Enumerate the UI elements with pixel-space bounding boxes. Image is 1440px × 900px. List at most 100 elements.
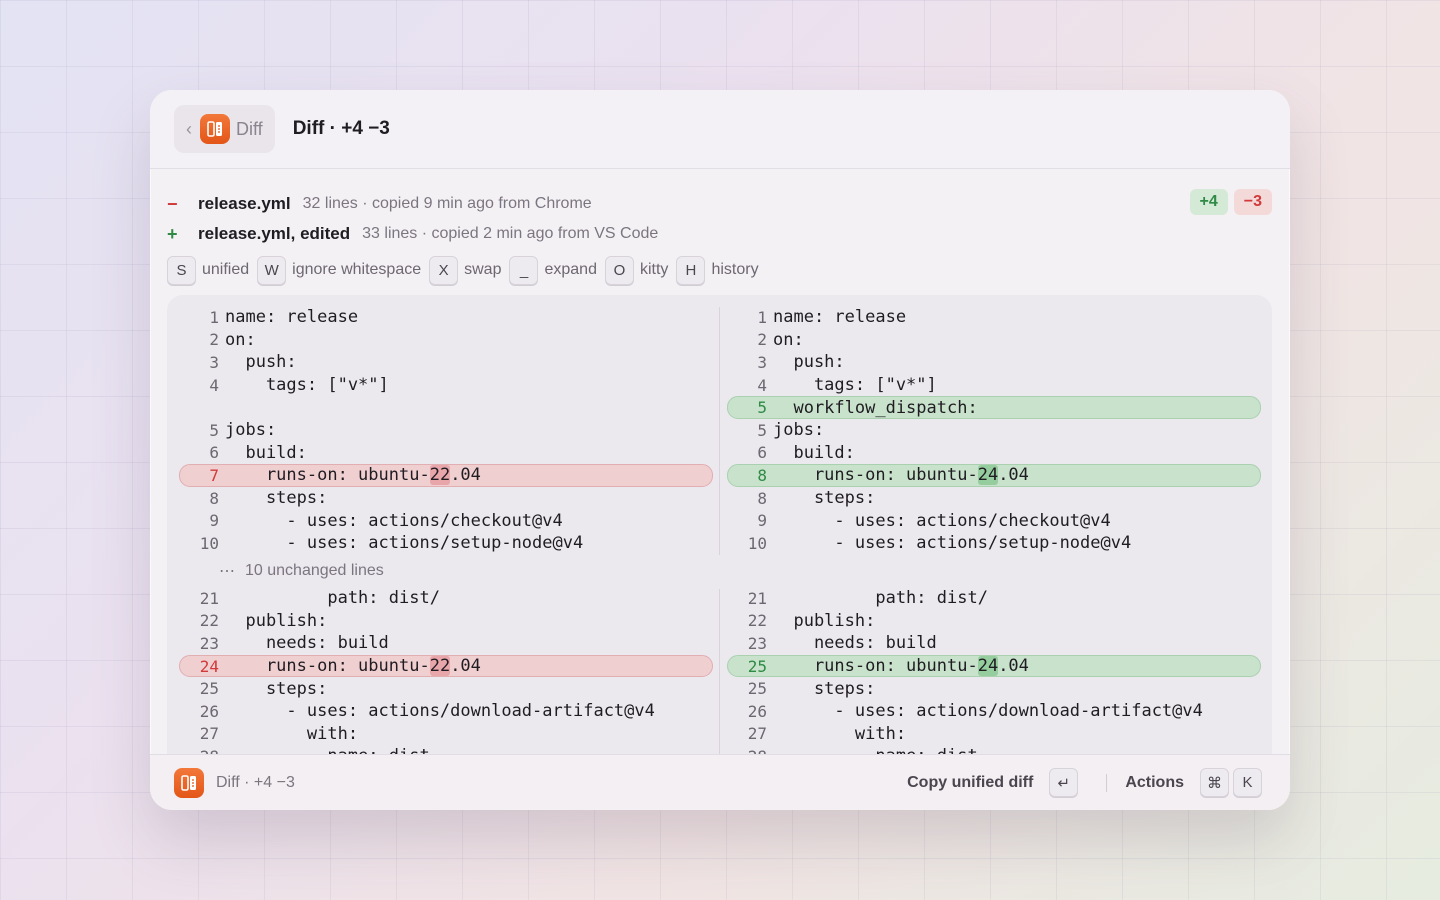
line-text: push: xyxy=(225,352,297,373)
line-number: 25 xyxy=(199,679,219,699)
code-line: 2 on: xyxy=(179,329,713,352)
line-text: runs-on: ubuntu- xyxy=(773,465,978,486)
line-text: - uses: actions/setup-node@v4 xyxy=(773,533,1132,554)
line-text: publish: xyxy=(773,610,876,631)
header: ‹ Diff Diff · +4 −3 xyxy=(150,90,1290,169)
line-number: 3 xyxy=(757,352,767,372)
line-text: workflow_dispatch: xyxy=(773,397,978,418)
line-text-tail: .04 xyxy=(998,656,1029,677)
line-number: 10 xyxy=(747,533,767,553)
code-line: 22 publish: xyxy=(179,610,713,633)
line-text: build: xyxy=(225,442,307,463)
code-line: 21 path: dist/ xyxy=(179,587,713,610)
code-line: 1 name: release xyxy=(727,306,1261,329)
line-number: 4 xyxy=(757,375,767,395)
footer-title: Diff · +4 −3 xyxy=(216,773,295,791)
diff-content: − release.yml 32 lines · copied 9 min ag… xyxy=(150,169,1290,765)
line-number: 26 xyxy=(747,701,767,721)
code-line: 22 publish: xyxy=(727,610,1261,633)
line-number: 5 xyxy=(209,420,219,440)
line-text: - uses: actions/setup-node@v4 xyxy=(225,533,584,554)
changed-text-highlight: 22 xyxy=(429,465,451,486)
code-line: 4 tags: ["v*"] xyxy=(727,374,1261,397)
code-line: 26 - uses: actions/download-artifact@v4 xyxy=(727,700,1261,723)
copy-unified-diff-button[interactable]: Copy unified diff xyxy=(907,774,1033,792)
line-text: path: dist/ xyxy=(225,588,440,609)
pane-divider xyxy=(719,307,720,555)
line-text: needs: build xyxy=(773,633,937,654)
line-text-tail: .04 xyxy=(450,656,481,677)
page-title: Diff · +4 −3 xyxy=(292,118,390,139)
shortcut-key[interactable]: S xyxy=(167,255,196,285)
shortcut-key[interactable]: H xyxy=(676,255,706,285)
diff-stats: +4 −3 xyxy=(1189,189,1272,215)
code-line: 1 name: release xyxy=(179,306,713,329)
line-number: 22 xyxy=(747,611,767,631)
shortcut-key[interactable]: _ xyxy=(509,255,539,285)
shortcut-label: kitty xyxy=(639,261,669,278)
line-number: 5 xyxy=(757,398,767,418)
line-text: needs: build xyxy=(225,633,389,654)
actions-button[interactable]: Actions xyxy=(1125,774,1184,792)
collapsed-lines-button[interactable]: ⋯ 10 unchanged lines xyxy=(219,561,384,581)
code-line: 3 push: xyxy=(727,351,1261,374)
line-number: 8 xyxy=(209,488,219,508)
line-number: 9 xyxy=(757,511,767,531)
changed-text-highlight: 24 xyxy=(977,465,999,486)
code-line: 4 tags: ["v*"] xyxy=(179,374,713,397)
code-line: 9 - uses: actions/checkout@v4 xyxy=(179,509,713,532)
new-file-name: release.yml, edited xyxy=(198,224,351,243)
added-line: 25 runs-on: ubuntu- 24.04 xyxy=(727,654,1261,678)
shortcut-label: expand xyxy=(544,261,597,278)
new-file-row: + release.yml, edited 33 lines · copied … xyxy=(167,219,1272,249)
line-text: runs-on: ubuntu- xyxy=(225,656,430,677)
footer-bar: Diff · +4 −3 Copy unified diff ↵ Actions… xyxy=(150,754,1290,810)
line-text: name: release xyxy=(773,307,907,328)
back-button[interactable]: ‹ Diff xyxy=(174,105,275,153)
shortcut-label: ignore whitespace xyxy=(292,261,422,278)
old-file-name: release.yml xyxy=(198,194,291,213)
code-line: 21 path: dist/ xyxy=(727,587,1261,610)
pane-divider xyxy=(719,589,720,765)
back-label: Diff xyxy=(236,118,263,139)
line-text: steps: xyxy=(773,678,876,699)
new-file-meta: 33 lines · copied 2 min ago from VS Code xyxy=(362,225,659,242)
right-pane-hunk-2: 21 path: dist/22 publish: 23 needs: build… xyxy=(727,587,1261,765)
line-number: 1 xyxy=(209,307,219,327)
line-text: publish: xyxy=(225,610,328,631)
line-text: runs-on: ubuntu- xyxy=(773,656,978,677)
code-line: 5 jobs: xyxy=(179,419,713,442)
chevron-left-icon: ‹ xyxy=(186,118,192,139)
line-text: jobs: xyxy=(773,420,825,441)
code-line: 23 needs: build xyxy=(179,632,713,655)
line-text: push: xyxy=(773,352,845,373)
line-number: 8 xyxy=(757,488,767,508)
code-line: 23 needs: build xyxy=(727,632,1261,655)
changed-text-highlight: 22 xyxy=(429,656,451,677)
line-number: 26 xyxy=(199,701,219,721)
removed-line: 7 runs-on: ubuntu- 22.04 xyxy=(179,464,713,487)
left-pane-hunk-1: 1 name: release 2 on: 3 push: 4 tags: ["v*"] 5… xyxy=(179,306,713,555)
line-text-tail: .04 xyxy=(998,465,1029,486)
line-text: runs-on: ubuntu- xyxy=(225,465,430,486)
code-line: 8 steps: xyxy=(179,487,713,510)
removed-count-badge: −3 xyxy=(1233,189,1272,215)
line-number: 23 xyxy=(747,633,767,653)
diff-view[interactable]: 1 name: release 2 on: 3 push: 4 tags: ["v*"] 5… xyxy=(167,295,1272,765)
shortcut-label: unified xyxy=(202,261,250,278)
shortcut-key[interactable]: X xyxy=(429,255,459,285)
line-number: 22 xyxy=(199,611,219,631)
code-line: 9 - uses: actions/checkout@v4 xyxy=(727,509,1261,532)
shortcut-key[interactable]: W xyxy=(257,255,287,285)
line-number: 27 xyxy=(747,724,767,744)
code-line: 25 steps: xyxy=(179,677,713,700)
code-line: 6 build: xyxy=(727,442,1261,465)
code-line: 5 jobs: xyxy=(727,419,1261,442)
shortcut-key[interactable]: O xyxy=(604,255,634,285)
line-text: on: xyxy=(225,329,256,350)
code-line: 3 push: xyxy=(179,351,713,374)
collapsed-lines-label: 10 unchanged lines xyxy=(245,562,384,579)
left-pane-hunk-2: 21 path: dist/22 publish: 23 needs: build… xyxy=(179,587,713,765)
line-number: 7 xyxy=(209,465,219,485)
line-text: steps: xyxy=(225,678,328,699)
